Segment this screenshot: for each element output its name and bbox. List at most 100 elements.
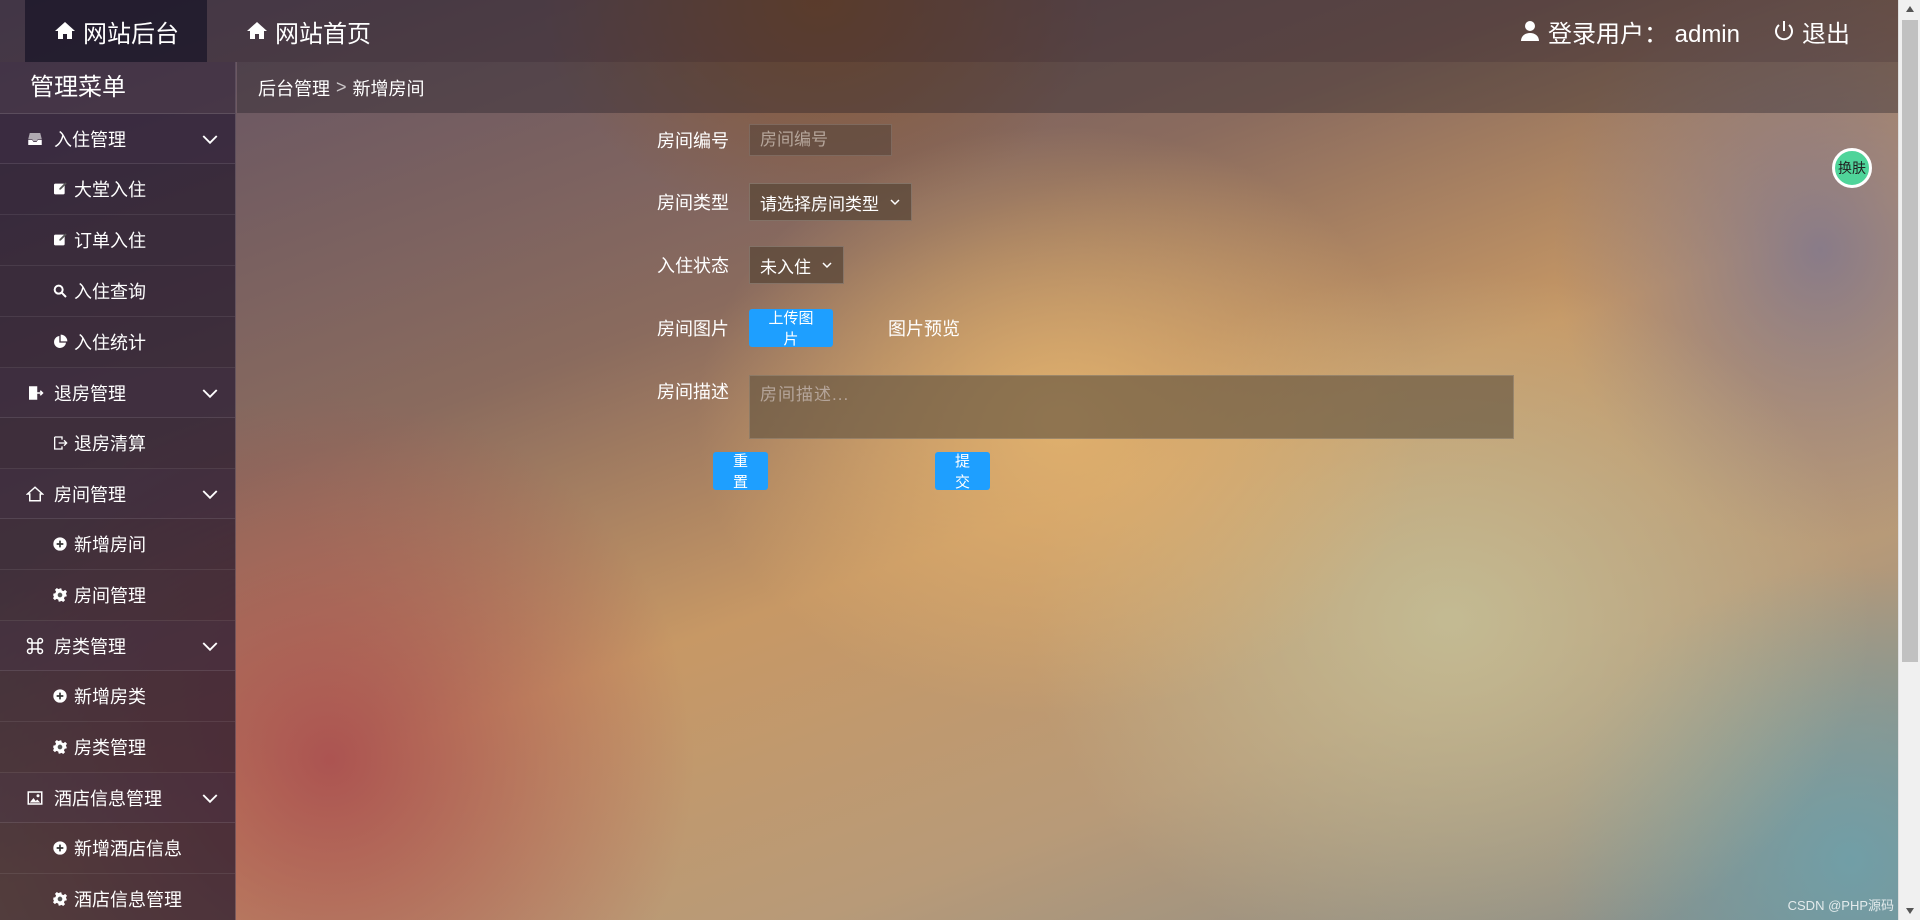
current-user[interactable]: 登录用户： admin [1518,14,1740,49]
menu-group-label: 退房管理 [54,383,126,404]
top-navbar: 网站后台 网站首页 登录用户： admin 退出 [0,0,1898,62]
menu-item-label: 新增酒店信息 [74,839,182,859]
menu-item-add-hotel-info[interactable]: 新增酒店信息 [0,823,235,874]
menu-item-add-room[interactable]: 新增房间 [0,519,235,570]
menu-group-checkout[interactable]: 退房管理 [0,368,235,418]
room-number-label: 房间编号 [657,131,729,151]
logout-label: 退出 [1802,20,1850,48]
reset-button[interactable]: 重置 [713,452,768,491]
brand-link[interactable]: 网站后台 [25,0,207,62]
menu-item-label: 订单入住 [74,231,146,251]
chevron-down-icon [890,199,900,206]
home-icon [55,22,75,39]
menu-group-label: 酒店信息管理 [54,788,162,809]
menu-item-label: 大堂入住 [74,180,146,200]
room-desc-row: 房间描述 [657,375,1514,439]
menu-item-lobby-checkin[interactable]: 大堂入住 [0,164,235,215]
site-home-link[interactable]: 网站首页 [245,0,371,62]
chevron-down-icon [202,794,218,804]
menu-group-checkin[interactable]: 入住管理 [0,114,235,164]
room-image-label: 房间图片 [657,319,729,339]
menu-group-label: 房类管理 [54,636,126,657]
menu-group-rooms[interactable]: 房间管理 [0,469,235,519]
menu-title: 管理菜单 [0,62,235,114]
chevron-down-icon [202,135,218,145]
breadcrumb-separator: > [336,77,347,97]
exit-icon [54,436,68,450]
pie-chart-icon [54,334,68,348]
user-area: 登录用户： admin 退出 [1518,0,1850,62]
gear-icon [53,892,67,906]
room-type-select[interactable]: 请选择房间类型 [749,183,912,221]
logout-link[interactable]: 退出 [1772,14,1850,49]
brand-label: 网站后台 [83,20,179,48]
sidebar-menu: 管理菜单 入住管理 大堂入住 订单入住 入住查询 入住统计 退房管理 退房清算 … [0,62,236,920]
image-icon [27,790,43,805]
gear-icon [53,588,67,602]
menu-group-label: 房间管理 [54,484,126,505]
plus-circle-icon [53,537,67,551]
submit-button[interactable]: 提交 [935,452,990,491]
menu-item-checkin-query[interactable]: 入住查询 [0,266,235,317]
scrollbar-thumb[interactable] [1902,20,1918,662]
vertical-scrollbar[interactable] [1898,0,1920,920]
room-type-row: 房间类型 请选择房间类型 [657,183,912,221]
menu-item-add-room-type[interactable]: 新增房类 [0,671,235,722]
breadcrumb-current: 新增房间 [352,78,425,99]
upload-image-button[interactable]: 上传图片 [749,309,833,348]
room-image-row: 房间图片 上传图片 图片预览 [657,309,960,348]
menu-item-label: 房间管理 [74,586,146,606]
room-type-label: 房间类型 [657,193,729,213]
menu-item-order-checkin[interactable]: 订单入住 [0,215,235,266]
search-icon [53,284,67,298]
chevron-down-icon [202,642,218,652]
house-icon [26,485,44,501]
menu-group-hotel-info[interactable]: 酒店信息管理 [0,773,235,823]
menu-item-checkout-settle[interactable]: 退房清算 [0,418,235,469]
breadcrumb: 后台管理 > 新增房间 [237,62,1898,113]
edit-icon [54,182,67,195]
menu-item-room-type-manage[interactable]: 房类管理 [0,722,235,773]
watermark: CSDN @PHP源码 [1787,898,1894,913]
menu-item-label: 新增房类 [74,687,146,707]
menu-item-label: 入住统计 [74,333,146,353]
edit-icon [54,233,67,246]
menu-item-checkin-stats[interactable]: 入住统计 [0,317,235,368]
checkin-status-row: 入住状态 未入住 [657,246,844,284]
site-home-label: 网站首页 [275,20,371,48]
menu-item-hotel-info-manage[interactable]: 酒店信息管理 [0,874,235,920]
room-type-value: 请选择房间类型 [760,194,879,214]
user-icon [1520,21,1539,41]
gear-icon [53,740,67,754]
checkin-status-label: 入住状态 [657,256,729,276]
skin-switch-button[interactable]: 换肤 [1832,148,1872,188]
menu-item-label: 房类管理 [74,738,146,758]
plus-circle-icon [53,841,67,855]
room-desc-textarea[interactable] [749,375,1514,439]
menu-group-label: 入住管理 [54,129,126,150]
image-preview-label: 图片预览 [888,319,960,339]
chevron-down-icon [202,490,218,500]
chevron-down-icon [202,389,218,399]
user-label: 登录用户： admin [1547,20,1740,48]
home-icon [247,22,267,39]
breadcrumb-root[interactable]: 后台管理 [258,75,330,101]
room-number-input[interactable] [749,124,892,156]
room-desc-label: 房间描述 [657,382,729,402]
menu-item-room-manage[interactable]: 房间管理 [0,570,235,621]
inbox-icon [28,132,42,145]
power-icon [1775,21,1793,41]
scroll-up-icon[interactable] [1904,4,1916,14]
plus-circle-icon [53,689,67,703]
menu-item-label: 新增房间 [74,535,146,555]
command-icon [26,637,44,654]
menu-group-room-types[interactable]: 房类管理 [0,621,235,671]
menu-item-label: 退房清算 [74,434,146,454]
menu-item-label: 酒店信息管理 [74,890,182,910]
checkout-icon [29,385,44,400]
checkin-status-value: 未入住 [760,257,811,277]
checkin-status-select[interactable]: 未入住 [749,246,844,284]
scroll-down-icon[interactable] [1904,906,1916,916]
room-number-row: 房间编号 [657,124,892,156]
chevron-down-icon [822,262,832,269]
